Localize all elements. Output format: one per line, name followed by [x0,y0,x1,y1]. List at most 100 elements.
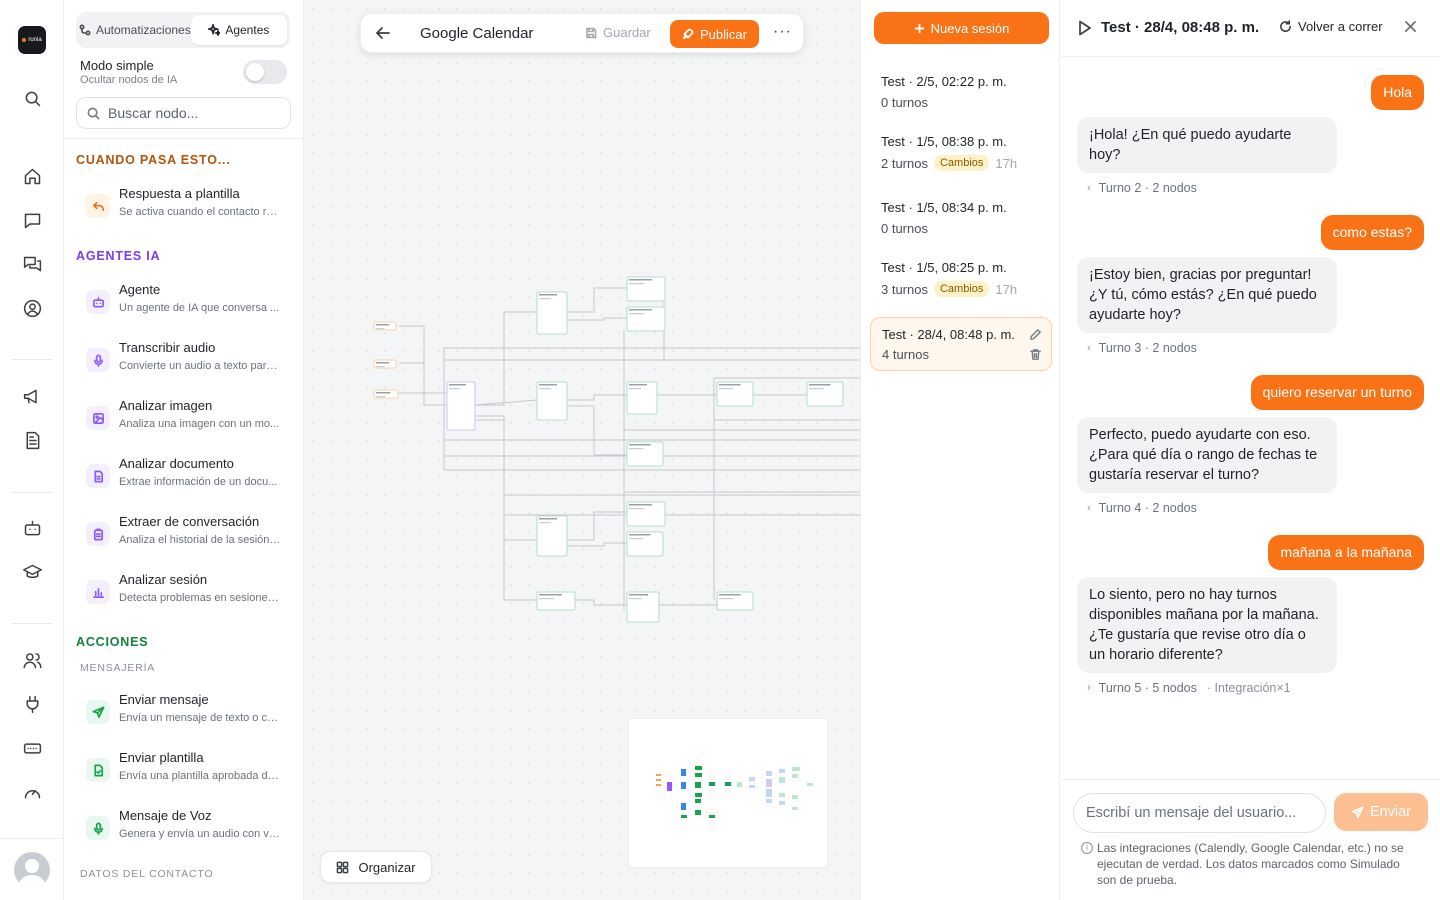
node-item-desc: Genera y envía un audio con vo... [119,828,281,840]
chat-message-input[interactable] [1073,793,1326,833]
simple-mode-toggle[interactable] [243,60,287,84]
send-icon [1351,806,1364,818]
flow-node-line [539,598,555,600]
turn-details[interactable]: › Turno 2 · 2 nodos [1087,181,1197,195]
simulation-notice: i Las integraciones (Calendly, Google Ca… [1081,840,1421,888]
section-ai-title: AGENTES IA [76,249,161,263]
plus-icon [914,23,924,33]
node-item-transcribir-audio[interactable]: Transcribir audio Convierte un audio a t… [76,336,291,388]
turn-details[interactable]: › Turno 5 · 5 nodos · Integración×1 [1087,681,1291,695]
new-session-button[interactable]: Nueva sesión [874,12,1049,44]
node-search-input[interactable] [108,105,278,121]
node-item-agente[interactable]: Agente Un agente de IA que conversa ... [76,278,291,330]
document-icon [86,464,110,488]
session-item[interactable]: Test · 1/5, 08:34 p. m. 0 turnos [870,188,1052,242]
session-item[interactable]: Test · 1/5, 08:25 p. m. 3 turnos Cambios… [870,248,1052,302]
save-button[interactable]: Guardar [585,25,651,40]
node-item-desc: Extrae información de un docu... [119,476,278,488]
node-item-analizar-documento[interactable]: Analizar documento Extrae información de… [76,452,291,504]
flow-name[interactable]: Google Calendar [420,25,533,42]
refresh-icon [1280,20,1291,32]
graduation-cap-icon[interactable] [20,560,44,584]
minimap-node [709,782,715,786]
flow-edge [475,415,537,541]
flow-node-line [629,508,645,510]
minimap-node [807,783,813,786]
flow-edge [567,542,627,547]
more-options-icon[interactable]: ··· [773,24,792,40]
search-icon[interactable] [20,86,44,110]
flow-node-title [539,384,557,386]
avatar[interactable] [14,852,50,888]
bar-chart-icon [86,580,110,604]
minimap-node [792,795,798,799]
node-item-respuesta-plantilla[interactable]: Respuesta a plantilla Se activa cuando e… [76,182,291,234]
minimap[interactable] [628,718,828,868]
node-item-title: Analizar imagen [119,398,213,413]
session-item[interactable]: Test · 2/5, 02:22 p. m. 0 turnos [870,62,1052,116]
node-item-analizar-imagen[interactable]: Analizar imagen Analiza una imagen con u… [76,394,291,446]
tab-agentes[interactable]: Agentes [190,15,287,45]
turn-details[interactable]: › Turno 4 · 2 nodos [1087,501,1197,515]
tab-automatizaciones[interactable]: Automatizaciones [79,15,191,45]
changes-badge: Cambios [933,155,990,171]
session-item-active[interactable]: Test · 28/4, 08:48 p. m. 4 turnos [870,317,1052,371]
minimap-node [792,774,798,778]
flow-node-title [449,384,466,386]
user-message: mañana a la mañana [1268,535,1424,570]
minimap-node [681,803,686,810]
save-label: Guardar [603,25,651,40]
minimap-node [709,815,715,818]
bot-message: Lo siento, pero no hay turnos disponible… [1077,577,1337,673]
flow-node-title [629,279,652,281]
minimap-graph [656,766,813,818]
rerun-button[interactable]: Volver a correr [1279,19,1383,34]
edit-icon[interactable] [1029,328,1043,342]
plug-icon[interactable] [20,692,44,716]
minimap-node [779,793,785,797]
contact-icon[interactable] [20,296,44,320]
icon-rail: runia [0,0,64,900]
users-icon[interactable] [20,648,44,672]
send-button[interactable]: Enviar [1334,793,1428,831]
flow-canvas[interactable]: Google Calendar Guardar Publicar ··· Org… [304,0,860,900]
flow-node [626,501,666,527]
app-logo[interactable]: runia [18,26,46,54]
flow-node [536,381,568,421]
flow-edge [567,599,627,606]
minimap-node [766,779,772,787]
minimap-node [749,777,755,781]
node-item-analizar-sesion[interactable]: Analizar sesión Detecta problemas en ses… [76,568,291,620]
back-arrow-icon[interactable] [375,25,393,43]
session-age: 17h [995,155,1018,171]
conversations-icon[interactable] [20,252,44,276]
session-turns: 0 turnos [881,95,928,110]
chat-icon[interactable] [20,208,44,232]
node-item-enviar-plantilla[interactable]: Enviar plantilla Envía una plantilla apr… [76,746,291,798]
home-icon[interactable] [20,164,44,188]
chevron-right-icon: › [1087,682,1091,694]
close-icon[interactable] [1404,20,1418,34]
node-item-enviar-mensaje[interactable]: Enviar mensaje Envía un mensaje de texto… [76,688,291,740]
trash-icon[interactable] [1029,348,1043,362]
document-icon[interactable] [20,428,44,452]
megaphone-icon[interactable] [20,384,44,408]
minimap-node [749,785,755,788]
flow-edge [474,399,538,406]
organize-button[interactable]: Organizar [320,851,432,883]
save-icon [586,27,597,38]
flow-node-line [629,448,644,450]
node-item-extraer-conversacion[interactable]: Extraer de conversación Analiza el histo… [76,510,291,562]
node-item-mensaje-voz[interactable]: Mensaje de Voz Genera y envía un audio c… [76,804,291,856]
minimap-node [779,801,785,805]
gauge-icon[interactable] [20,780,44,804]
bot-icon[interactable] [20,516,44,540]
flow-node-line [809,388,824,390]
keyboard-icon[interactable] [20,736,44,760]
minimap-node [656,784,661,786]
turn-details[interactable]: › Turno 3 · 2 nodos [1087,341,1197,355]
node-palette: Automatizaciones Agentes Modo simple Ocu… [64,0,304,900]
session-item[interactable]: Test · 1/5, 08:38 p. m. 2 turnos Cambios… [870,122,1052,176]
publish-button[interactable]: Publicar [670,20,759,48]
user-message: Hola [1371,75,1424,110]
